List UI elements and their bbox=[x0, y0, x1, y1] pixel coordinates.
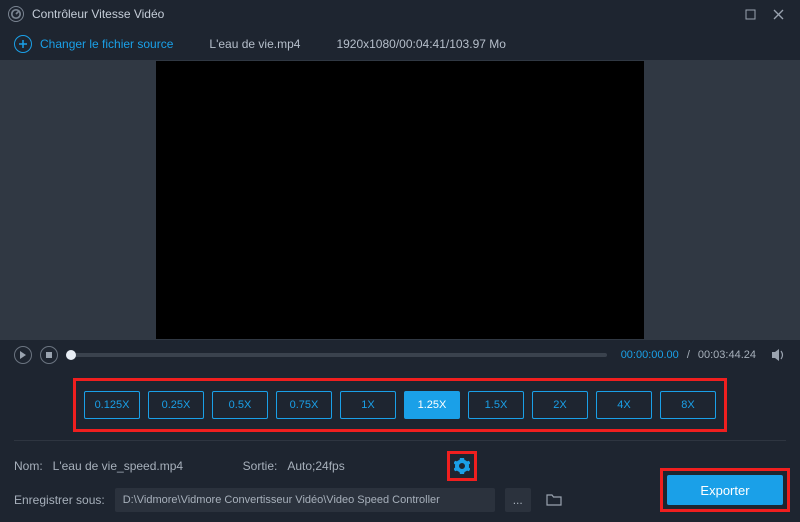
stop-button[interactable] bbox=[40, 346, 58, 364]
speed-button-1x[interactable]: 1X bbox=[340, 391, 396, 419]
output-format-value[interactable]: Auto;24fps bbox=[287, 455, 437, 477]
close-button[interactable] bbox=[764, 4, 792, 24]
change-source-label: Changer le fichier source bbox=[40, 37, 173, 51]
speed-button-2x[interactable]: 2X bbox=[532, 391, 588, 419]
output-name-value[interactable]: L'eau de vie_speed.mp4 bbox=[53, 459, 233, 473]
window-title: Contrôleur Vitesse Vidéo bbox=[32, 7, 164, 21]
titlebar: Contrôleur Vitesse Vidéo bbox=[0, 0, 800, 28]
time-current: 00:00:00.00 bbox=[621, 349, 679, 361]
speed-button-1-5x[interactable]: 1.5X bbox=[468, 391, 524, 419]
source-row: Changer le fichier source L'eau de vie.m… bbox=[0, 28, 800, 60]
video-frame[interactable] bbox=[156, 61, 644, 339]
speed-button-0-25x[interactable]: 0.25X bbox=[148, 391, 204, 419]
speed-controls-area: 0.125X 0.25X 0.5X 0.75X 1X 1.25X 1.5X 2X 4X 8X bbox=[0, 370, 800, 440]
save-path-label: Enregistrer sous: bbox=[14, 493, 105, 507]
volume-icon[interactable] bbox=[770, 347, 786, 363]
gear-highlight bbox=[447, 451, 477, 481]
speed-button-4x[interactable]: 4X bbox=[596, 391, 652, 419]
settings-button[interactable] bbox=[453, 457, 471, 475]
app-icon bbox=[8, 6, 24, 22]
time-sep: / bbox=[687, 349, 690, 361]
play-button[interactable] bbox=[14, 346, 32, 364]
path-more-button[interactable]: ... bbox=[505, 488, 531, 512]
timeline-knob[interactable] bbox=[66, 350, 76, 360]
source-metadata: 1920x1080/00:04:41/103.97 Mo bbox=[336, 37, 505, 51]
export-button[interactable]: Exporter bbox=[667, 475, 783, 505]
change-source-button[interactable]: Changer le fichier source bbox=[14, 35, 173, 53]
speed-buttons-highlight: 0.125X 0.25X 0.5X 0.75X 1X 1.25X 1.5X 2X 4X 8X bbox=[73, 378, 727, 432]
export-highlight: Exporter bbox=[660, 468, 790, 512]
save-path-input[interactable] bbox=[115, 488, 495, 512]
plus-icon bbox=[14, 35, 32, 53]
open-folder-button[interactable] bbox=[541, 488, 567, 512]
timeline-slider[interactable] bbox=[66, 353, 607, 357]
speed-button-1-25x[interactable]: 1.25X bbox=[404, 391, 460, 419]
minimize-button[interactable] bbox=[736, 4, 764, 24]
output-format-label: Sortie: bbox=[243, 459, 278, 473]
time-total: 00:03:44.24 bbox=[698, 349, 756, 361]
speed-button-0-75x[interactable]: 0.75X bbox=[276, 391, 332, 419]
speed-button-8x[interactable]: 8X bbox=[660, 391, 716, 419]
output-name-label: Nom: bbox=[14, 459, 43, 473]
source-filename: L'eau de vie.mp4 bbox=[209, 37, 300, 51]
video-preview-area bbox=[0, 60, 800, 340]
player-controls: 00:00:00.00 / 00:03:44.24 bbox=[0, 340, 800, 370]
speed-button-0-5x[interactable]: 0.5X bbox=[212, 391, 268, 419]
speed-button-0-125x[interactable]: 0.125X bbox=[84, 391, 140, 419]
